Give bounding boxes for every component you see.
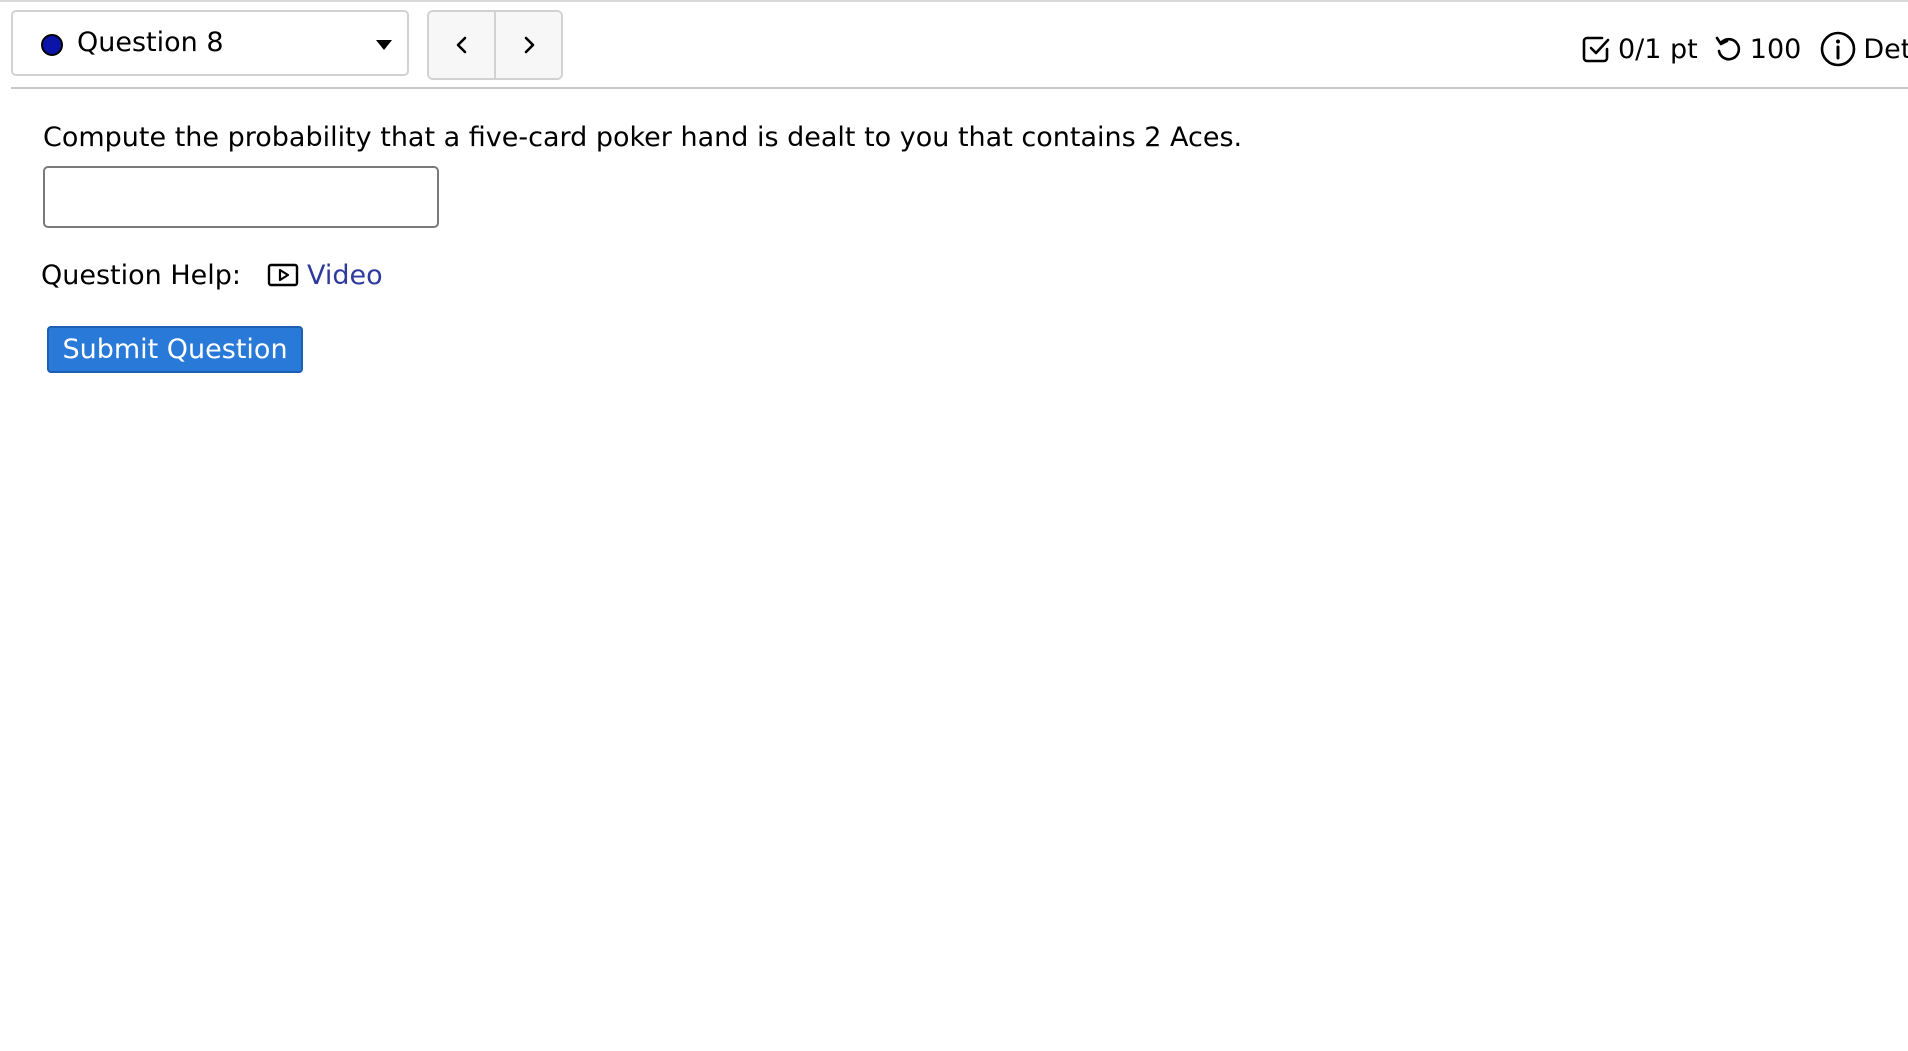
next-question-button[interactable]	[494, 12, 561, 78]
score-text: 0/1 pt	[1618, 33, 1698, 65]
question-selector-label: Question 8	[77, 27, 224, 58]
attempts-text: 100	[1749, 33, 1802, 65]
question-help-label: Question Help:	[41, 259, 241, 291]
answer-input[interactable]	[43, 166, 439, 228]
top-divider	[0, 0, 1908, 2]
question-help-row: Question Help: Video	[41, 255, 383, 295]
retry-icon	[1715, 36, 1740, 61]
help-video-link[interactable]: Video	[267, 260, 383, 291]
attempts-indicator: 100	[1712, 33, 1802, 65]
chevron-left-icon	[456, 36, 466, 54]
previous-question-button[interactable]	[429, 12, 494, 78]
chevron-down-icon	[376, 40, 392, 50]
page: Question 8 0/1 pt 100 Det Compute the pr…	[0, 0, 1908, 1051]
question-nav-group	[427, 10, 563, 80]
question-status-bar: 0/1 pt 100 Det	[1580, 24, 1908, 74]
header-divider	[11, 87, 1908, 89]
details-label: Det	[1863, 33, 1908, 65]
help-video-label: Video	[307, 259, 383, 291]
details-button[interactable]: Det	[1819, 30, 1908, 68]
checkbox-check-icon	[1582, 36, 1610, 63]
question-selector-dropdown[interactable]: Question 8	[11, 10, 409, 76]
score-indicator: 0/1 pt	[1580, 33, 1698, 65]
chevron-right-icon	[524, 36, 534, 54]
question-prompt: Compute the probability that a five-card…	[43, 122, 1243, 153]
video-play-icon	[267, 263, 299, 287]
info-icon	[1821, 31, 1856, 67]
question-status-dot	[41, 34, 63, 56]
submit-question-button[interactable]: Submit Question	[47, 326, 303, 373]
